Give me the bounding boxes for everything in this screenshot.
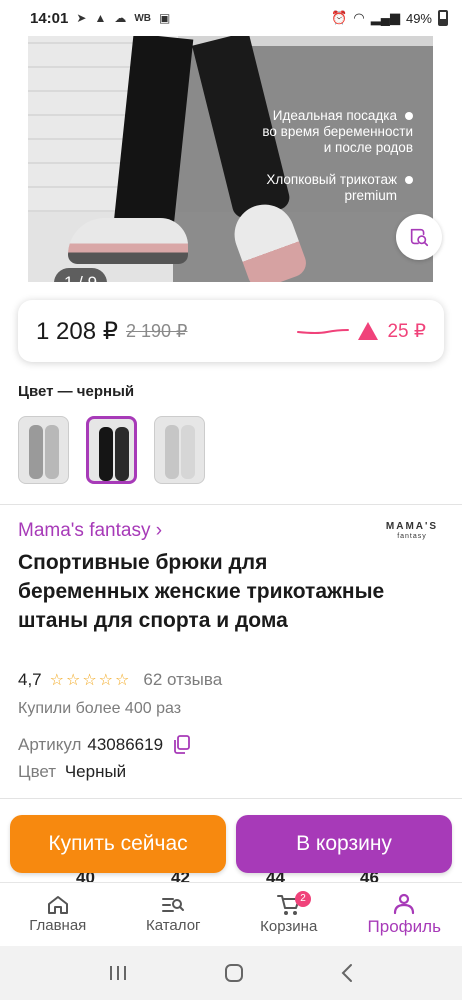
swatch-figure [29, 425, 43, 479]
copy-icon[interactable] [173, 735, 191, 755]
price-current: 1 208 ₽ [36, 317, 118, 345]
wifi-icon: ◠ [353, 10, 365, 25]
swatch-figure [181, 425, 195, 479]
swatch-figure [115, 427, 129, 481]
promo-line-text: во время беременности [262, 124, 413, 139]
reviews-count[interactable]: 62 отзыва [143, 670, 222, 690]
color-info-label: Цвет [18, 762, 57, 781]
brand-logo-line-2: fantasy [397, 533, 427, 540]
brand-link[interactable]: Mama's fantasy › [18, 520, 162, 542]
promo-line-text: Идеальная посадка [262, 108, 413, 124]
recents-icon[interactable] [108, 964, 128, 982]
product-title: Спортивные брюки для беременных женские … [18, 551, 385, 632]
divider [0, 504, 462, 505]
price-card[interactable]: 1 208 ₽ 2 190 ₽ 25 ₽ [18, 300, 444, 362]
system-nav-bar [0, 946, 462, 1000]
gallery-icon: ▣ [159, 11, 171, 25]
divider [0, 798, 462, 799]
catalog-icon [162, 898, 185, 912]
nav-item-catalog[interactable]: Каталог [116, 883, 232, 946]
color-title: Цвет — черный [18, 383, 135, 400]
nav-item-home[interactable]: Главная [0, 883, 116, 946]
swatch-figure [99, 427, 113, 481]
brand-logo[interactable]: MAMA'S fantasy [384, 522, 440, 542]
color-swatch-light-grey[interactable] [154, 416, 205, 484]
price-diff: 25 ₽ [387, 320, 426, 342]
promo-line-text: и после родов [323, 140, 413, 155]
sku-row: Артикул 43086619 [18, 735, 191, 755]
status-bar: 14:01 ➤ ▲ ☁ WB ▣ ⏰ ◠ ▂▄▆ 49% [0, 0, 462, 36]
promo-line-text: premium [344, 188, 397, 203]
visual-search-button[interactable] [396, 214, 442, 260]
price-history-icon [297, 329, 350, 334]
brand-logo-line-1: MAMA'S [385, 521, 439, 532]
color-swatches [18, 416, 205, 484]
nav-item-profile[interactable]: Профиль [347, 883, 462, 946]
rating-row[interactable]: 4,7 ☆☆☆☆☆ 62 отзыва [18, 670, 222, 690]
image-search-icon [410, 228, 429, 247]
promo-text-1: Идеальная посадка во время беременности и … [262, 108, 413, 156]
wb-label: WB [134, 12, 151, 24]
home-icon [47, 896, 68, 914]
purchase-count: Купили более 400 раз [18, 700, 182, 717]
alarm-icon: ⏰ [331, 10, 348, 25]
profile-icon [394, 893, 415, 914]
nav-label-cart: Корзина [260, 918, 318, 935]
nav-item-cart[interactable]: 2 Корзина [231, 883, 347, 946]
status-time: 14:01 [30, 9, 69, 27]
product-gallery[interactable]: Идеальная посадка во время беременности и … [28, 36, 433, 282]
gallery-counter: 1 / 9 [54, 268, 108, 282]
cart-badge: 2 [295, 891, 311, 907]
swatch-figure [45, 425, 59, 479]
home-system-icon[interactable] [224, 963, 244, 983]
bottom-nav: Главная Каталог 2 Корзина Профиль [0, 882, 462, 946]
color-swatch-grey[interactable] [18, 416, 69, 484]
promo-line-text: Хлопковый трикотаж [266, 172, 413, 188]
promo-text-2-content: Хлопковый трикотаж premium [266, 172, 413, 204]
bullet-dot-icon [405, 112, 413, 121]
sku-value: 43086619 [87, 735, 164, 754]
battery-level: 49% [405, 10, 432, 26]
rating-value: 4,7 [18, 670, 42, 689]
arrow-up-icon [358, 322, 379, 340]
swatch-figure [165, 425, 179, 479]
promo-text-2: Хлопковый трикотаж premium [266, 172, 413, 204]
promo-text-1-content: Идеальная посадка во время беременности и … [262, 108, 413, 156]
buy-now-button[interactable]: Купить сейчас [10, 815, 226, 873]
star-rating-icon: ☆☆☆☆☆ [49, 672, 132, 689]
price-old: 2 190 ₽ [126, 320, 188, 341]
battery-icon [438, 10, 448, 26]
model-shoe [68, 218, 188, 264]
bullet-dot-icon [405, 176, 413, 185]
back-icon[interactable] [340, 963, 354, 983]
nav-label-home: Главная [29, 917, 87, 934]
sku-label: Артикул [18, 735, 82, 754]
color-swatch-black[interactable] [86, 416, 137, 484]
telegram-icon: ➤ [76, 11, 87, 25]
location-icon: ▲ [94, 11, 107, 25]
price-trend: 25 ₽ [297, 320, 426, 343]
color-info-value: Черный [64, 762, 127, 781]
signal-icon: ▂▄▆ [370, 10, 400, 25]
nav-label-profile: Профиль [367, 916, 441, 936]
add-to-cart-button[interactable]: В корзину [236, 815, 452, 873]
color-info-row: Цвет Черный [18, 762, 126, 782]
nav-label-catalog: Каталог [145, 917, 201, 934]
weather-icon: ☁ [114, 11, 127, 25]
